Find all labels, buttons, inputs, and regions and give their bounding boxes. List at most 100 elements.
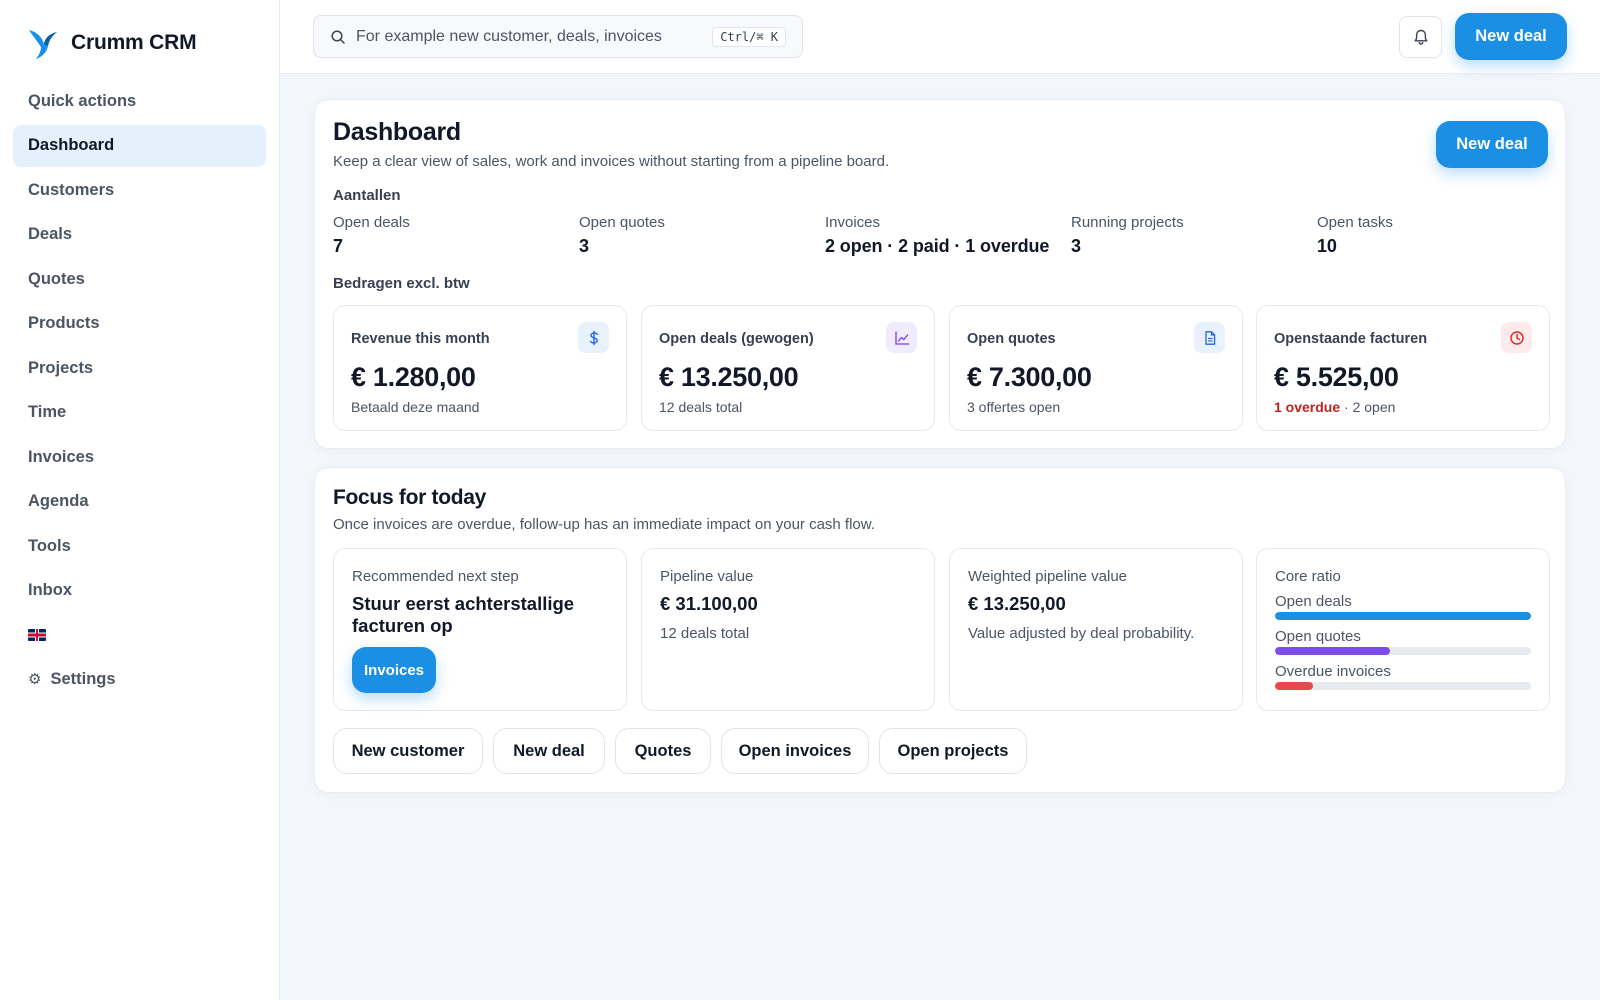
count-running-projects: Running projects 3 <box>1071 214 1184 257</box>
amounts-section-label: Bedragen excl. btw <box>333 275 470 292</box>
count-label: Open tasks <box>1317 214 1393 231</box>
kpi-value: € 5.525,00 <box>1274 362 1399 392</box>
weighted-pipeline-value: € 13.250,00 <box>968 593 1066 614</box>
ratio-track <box>1275 612 1531 620</box>
next-step-text: Stuur eerst achterstallige facturen op <box>352 593 575 636</box>
count-value: 7 <box>333 236 343 256</box>
gear-icon: ⚙ <box>28 671 42 688</box>
open-count: · 2 open <box>1340 399 1396 415</box>
count-label: Open deals <box>333 214 410 231</box>
focus-panel: Focus for today Once invoices are overdu… <box>314 467 1566 793</box>
dollar-icon <box>578 322 609 353</box>
sidebar-item-agenda[interactable]: Agenda <box>13 481 266 523</box>
sidebar-item-settings[interactable]: ⚙ Settings <box>13 658 266 700</box>
kpi-label: Open deals (gewogen) <box>659 331 814 347</box>
line-chart-icon <box>886 322 917 353</box>
kpi-value: € 13.250,00 <box>659 362 799 392</box>
kpi-value: € 1.280,00 <box>351 362 476 392</box>
sidebar-item-deals[interactable]: Deals <box>13 214 266 256</box>
count-label: Open quotes <box>579 214 665 231</box>
sidebar-item-quotes[interactable]: Quotes <box>13 258 266 300</box>
pipeline-value-label: Pipeline value <box>660 568 754 585</box>
quick-open-projects-button[interactable]: Open projects <box>879 728 1027 774</box>
kpi-subtext: 1 overdue · 2 open <box>1274 399 1395 415</box>
global-search[interactable]: Ctrl/⌘ K <box>313 15 803 58</box>
count-value: 3 <box>579 236 589 256</box>
core-ratio-card: Core ratio Open deals Open quotes Overdu… <box>1256 548 1550 711</box>
search-input[interactable] <box>356 27 713 46</box>
sidebar-item-customers[interactable]: Customers <box>13 169 266 211</box>
document-icon <box>1194 322 1225 353</box>
counts-row: Open deals 7 Open quotes 3 Invoices 2 op… <box>333 214 1563 264</box>
count-invoices: Invoices 2 open · 2 paid · 1 overdue <box>825 214 1049 257</box>
ratio-label: Open deals <box>1275 593 1352 610</box>
search-shortcut-badge: Ctrl/⌘ K <box>712 26 786 47</box>
search-icon <box>331 29 345 44</box>
ratio-fill <box>1275 612 1531 620</box>
notifications-button[interactable] <box>1399 16 1442 58</box>
sidebar-item-products[interactable]: Products <box>13 303 266 345</box>
ratio-row-overdue-invoices: Overdue invoices <box>1275 663 1531 690</box>
sidebar-nav: Quick actions Dashboard Customers Deals … <box>13 80 266 700</box>
next-step-label: Recommended next step <box>352 568 519 585</box>
topbar: Ctrl/⌘ K New deal <box>280 0 1600 74</box>
overdue-count: 1 overdue <box>1274 399 1341 415</box>
count-open-quotes: Open quotes 3 <box>579 214 665 257</box>
ratio-row-open-deals: Open deals <box>1275 593 1531 620</box>
pipeline-value: € 31.100,00 <box>660 593 758 614</box>
sidebar-item-tools[interactable]: Tools <box>13 525 266 567</box>
counts-section-label: Aantallen <box>333 187 401 204</box>
pipeline-subtext: 12 deals total <box>660 625 750 642</box>
kpi-label: Revenue this month <box>351 331 490 347</box>
count-value: 10 <box>1317 236 1337 256</box>
quick-open-invoices-button[interactable]: Open invoices <box>721 728 869 774</box>
weighted-pipeline-subtext: Value adjusted by deal probability. <box>968 625 1195 642</box>
quick-new-customer-button[interactable]: New customer <box>333 728 483 774</box>
quick-new-deal-button[interactable]: New deal <box>493 728 605 774</box>
bird-logo-icon <box>29 30 57 59</box>
pipeline-value-card: Pipeline value € 31.100,00 12 deals tota… <box>641 548 935 711</box>
kpi-subtext: 12 deals total <box>659 399 743 415</box>
ratio-track <box>1275 682 1531 690</box>
quick-quotes-button[interactable]: Quotes <box>615 728 711 774</box>
kpi-card-open-invoices[interactable]: Openstaande facturen € 5.525,00 1 overdu… <box>1256 305 1550 431</box>
weighted-pipeline-card: Weighted pipeline value € 13.250,00 Valu… <box>949 548 1243 711</box>
weighted-pipeline-label: Weighted pipeline value <box>968 568 1128 585</box>
settings-label: Settings <box>50 669 116 688</box>
kpi-subtext: 3 offertes open <box>967 399 1061 415</box>
page-subtitle: Keep a clear view of sales, work and inv… <box>333 153 890 170</box>
brand[interactable]: Crumm CRM <box>27 24 197 62</box>
invoices-button[interactable]: Invoices <box>352 647 436 693</box>
sidebar: Crumm CRM Quick actions Dashboard Custom… <box>0 0 280 1000</box>
sidebar-item-quick-actions[interactable]: Quick actions <box>13 80 266 122</box>
count-label: Running projects <box>1071 214 1184 231</box>
language-switcher[interactable] <box>13 614 266 656</box>
app-name: Crumm CRM <box>71 31 197 54</box>
page-title: Dashboard <box>333 118 461 146</box>
kpi-card-revenue[interactable]: Revenue this month € 1.280,00 Betaald de… <box>333 305 627 431</box>
uk-flag-icon <box>28 629 46 641</box>
focus-subtitle: Once invoices are overdue, follow-up has… <box>333 516 875 533</box>
sidebar-item-projects[interactable]: Projects <box>13 347 266 389</box>
core-ratio-label: Core ratio <box>1275 568 1341 585</box>
ratio-fill <box>1275 647 1391 655</box>
topbar-new-deal-button[interactable]: New deal <box>1455 13 1567 60</box>
sidebar-item-invoices[interactable]: Invoices <box>13 436 266 478</box>
kpi-label: Openstaande facturen <box>1274 331 1428 347</box>
count-value: 3 <box>1071 236 1081 256</box>
kpi-subtext: Betaald deze maand <box>351 399 480 415</box>
count-open-tasks: Open tasks 10 <box>1317 214 1393 257</box>
ratio-fill <box>1275 682 1314 690</box>
kpi-value: € 7.300,00 <box>967 362 1092 392</box>
ratio-label: Overdue invoices <box>1275 663 1391 680</box>
focus-title: Focus for today <box>333 486 487 509</box>
sidebar-item-inbox[interactable]: Inbox <box>13 570 266 612</box>
kpi-card-open-deals-weighted[interactable]: Open deals (gewogen) € 13.250,00 12 deal… <box>641 305 935 431</box>
dashboard-new-deal-button[interactable]: New deal <box>1436 121 1548 168</box>
sidebar-item-time[interactable]: Time <box>13 392 266 434</box>
sidebar-item-dashboard[interactable]: Dashboard <box>13 124 266 167</box>
kpi-label: Open quotes <box>967 331 1056 347</box>
ratio-track <box>1275 647 1531 655</box>
dashboard-panel: Dashboard Keep a clear view of sales, wo… <box>314 99 1566 449</box>
kpi-card-open-quotes[interactable]: Open quotes € 7.300,00 3 offertes open <box>949 305 1243 431</box>
